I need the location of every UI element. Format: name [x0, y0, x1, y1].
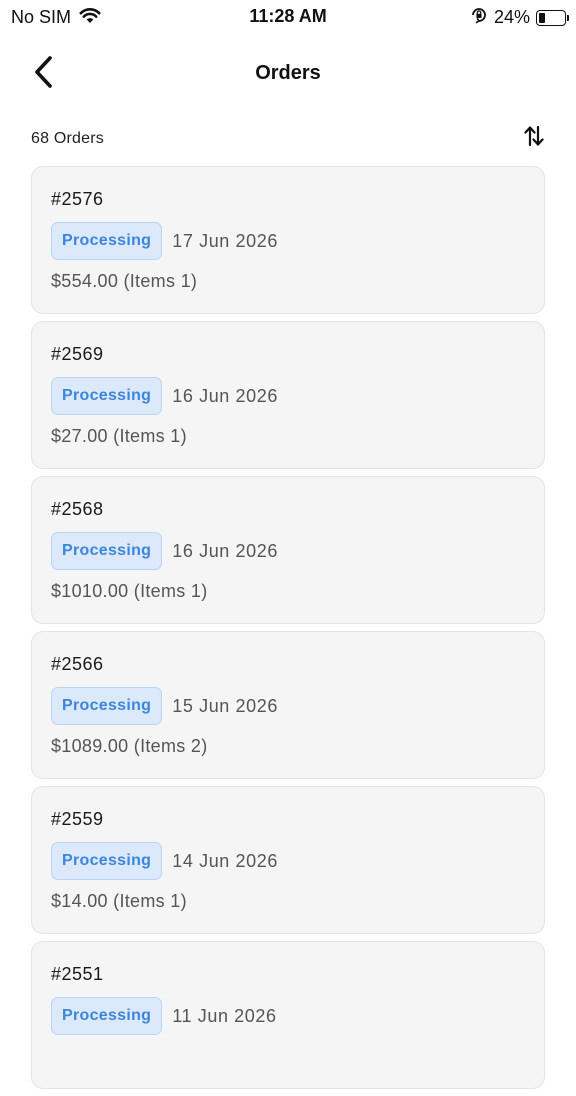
order-date: 16 Jun 2026: [172, 385, 278, 406]
order-date: 11 Jun 2026: [172, 1005, 277, 1026]
battery-level-fill: [539, 12, 545, 23]
status-badge: Processing: [51, 842, 163, 880]
battery-percent: 24%: [493, 7, 530, 27]
order-status-row: Processing 16 Jun 2026: [51, 532, 525, 570]
order-status-row: Processing 11 Jun 2026: [51, 997, 525, 1035]
order-status-row: Processing 17 Jun 2026: [51, 222, 525, 260]
order-number: #2568: [51, 499, 104, 519]
navigation-bar: Orders: [0, 40, 576, 108]
list-header: 68 Orders: [31, 124, 548, 154]
page-title: Orders: [255, 62, 321, 84]
status-badge: Processing: [51, 377, 163, 415]
orientation-lock-icon: [470, 6, 488, 29]
order-number: #2551: [51, 964, 104, 984]
order-count-label: 68 Orders: [31, 130, 104, 147]
order-date: 14 Jun 2026: [172, 850, 278, 871]
order-status-row: Processing 14 Jun 2026: [51, 842, 525, 880]
status-bar: No SIM 11:28 AM 24%: [0, 0, 576, 32]
order-number: #2566: [51, 654, 104, 674]
order-list: #2576 Processing 17 Jun 2026 $554.00 (It…: [31, 166, 545, 1096]
order-status-row: Processing 15 Jun 2026: [51, 687, 525, 725]
order-summary: $1010.00 (Items 1): [51, 581, 208, 601]
status-badge: Processing: [51, 222, 163, 260]
order-card[interactable]: #2566 Processing 15 Jun 2026 $1089.00 (I…: [31, 631, 545, 779]
order-summary: [51, 1044, 525, 1068]
status-badge: Processing: [51, 532, 163, 570]
order-number: #2576: [51, 189, 104, 209]
battery-icon: [536, 9, 569, 26]
status-bar-right: 24%: [470, 6, 569, 29]
status-badge: Processing: [51, 687, 163, 725]
order-number: #2569: [51, 344, 104, 364]
order-summary: $1089.00 (Items 2): [51, 736, 208, 756]
order-card[interactable]: #2569 Processing 16 Jun 2026 $27.00 (Ite…: [31, 321, 545, 469]
order-card[interactable]: #2551 Processing 11 Jun 2026: [31, 941, 545, 1089]
order-summary: $14.00 (Items 1): [51, 891, 187, 911]
order-card[interactable]: #2559 Processing 14 Jun 2026 $14.00 (Ite…: [31, 786, 545, 934]
order-number: #2559: [51, 809, 104, 829]
order-date: 17 Jun 2026: [172, 230, 278, 251]
order-card[interactable]: #2568 Processing 16 Jun 2026 $1010.00 (I…: [31, 476, 545, 624]
status-badge: Processing: [51, 997, 163, 1035]
order-summary: $554.00 (Items 1): [51, 271, 198, 291]
order-date: 15 Jun 2026: [172, 695, 278, 716]
order-summary: $27.00 (Items 1): [51, 426, 187, 446]
sort-button[interactable]: [520, 124, 548, 152]
order-date: 16 Jun 2026: [172, 540, 278, 561]
sort-arrows-icon: [523, 124, 545, 153]
order-card[interactable]: #2576 Processing 17 Jun 2026 $554.00 (It…: [31, 166, 545, 314]
order-status-row: Processing 16 Jun 2026: [51, 377, 525, 415]
